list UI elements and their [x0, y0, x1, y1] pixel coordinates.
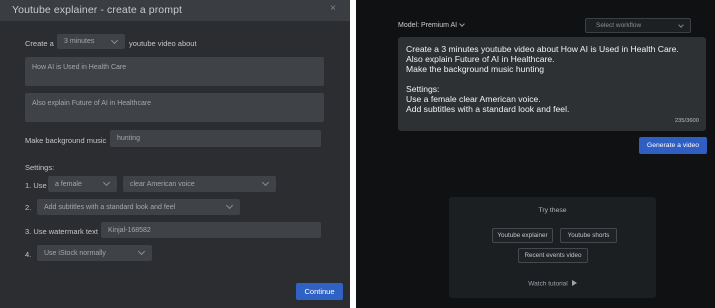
extra-value: Also explain Future of AI in Healthcare: [32, 100, 152, 107]
close-icon[interactable]: ×: [327, 3, 339, 15]
video-panel: Model: Premium AI Select workflow Create…: [356, 0, 715, 308]
modal-header: Youtube explainer - create a prompt ×: [0, 0, 350, 21]
setting1-label: 1. Use: [25, 181, 47, 190]
workflow-select[interactable]: Select workflow: [585, 18, 691, 33]
chevron-down-icon: [102, 178, 111, 187]
chevron-down-icon: [261, 178, 270, 187]
setting2-label: 2.: [25, 203, 32, 212]
char-count: 235/3600: [674, 118, 699, 124]
extra-textarea[interactable]: Also explain Future of AI in Healthcare: [25, 93, 324, 122]
prompt-line: Also explain Future of AI in Healthcare.: [406, 54, 555, 64]
prompt-line: Create a 3 minutes youtube video about H…: [406, 44, 679, 54]
chevron-down-icon: [137, 247, 146, 256]
istock-select[interactable]: Use iStock normally: [37, 245, 152, 261]
topic-value: How AI is Used in Health Care: [32, 64, 127, 71]
play-icon: [571, 280, 577, 286]
subtitles-select[interactable]: Add subtitles with a standard look and f…: [37, 199, 240, 215]
prompt-modal: Youtube explainer - create a prompt × Cr…: [0, 0, 350, 308]
continue-button[interactable]: Continue: [296, 283, 343, 300]
watch-tutorial-label: Watch tutorial: [528, 280, 568, 288]
modal-title: Youtube explainer - create a prompt: [12, 4, 183, 16]
workflow-placeholder: Select workflow: [596, 22, 642, 29]
music-label: Make background music: [25, 136, 107, 145]
chevron-down-icon[interactable]: [459, 21, 465, 27]
setting3-label: 3. Use watermark text: [25, 227, 98, 236]
settings-label: Settings:: [25, 163, 55, 172]
voice-type-select[interactable]: clear American voice: [123, 176, 276, 192]
generate-video-button[interactable]: Generate a video: [639, 137, 707, 154]
subtitles-value: Add subtitles with a standard look and f…: [44, 203, 176, 211]
chevron-down-icon: [110, 36, 119, 45]
watch-tutorial-link[interactable]: Watch tutorial: [449, 280, 656, 288]
try-these-card: Try these Youtube explainer Youtube shor…: [449, 197, 656, 298]
chevron-down-icon: [225, 201, 234, 210]
prompt-line: Add subtitles with a standard look and f…: [406, 104, 570, 114]
chip-youtube-explainer[interactable]: Youtube explainer: [492, 228, 553, 243]
chip-recent-events[interactable]: Recent events video: [518, 248, 588, 263]
watermark-value: Kinjal-168582: [108, 226, 151, 234]
watermark-input[interactable]: Kinjal-168582: [101, 222, 321, 238]
setting4-label: 4.: [25, 250, 32, 259]
chip-youtube-shorts[interactable]: Youtube shorts: [560, 228, 617, 243]
prompt-textarea[interactable]: Create a 3 minutes youtube video about H…: [398, 37, 706, 131]
model-selector[interactable]: Model: Premium AI: [398, 22, 457, 29]
create-prefix-label: Create a: [25, 39, 54, 48]
topic-textarea[interactable]: How AI is Used in Health Care: [25, 57, 324, 86]
prompt-line: Settings:: [406, 84, 440, 94]
try-these-title: Try these: [538, 207, 567, 214]
music-value: hunting: [117, 135, 140, 142]
prompt-line: Use a female clear American voice.: [406, 94, 541, 104]
voice-gender-select[interactable]: a female: [48, 176, 117, 192]
music-input[interactable]: hunting: [110, 130, 321, 147]
chevron-down-icon: [678, 22, 684, 28]
prompt-line: Make the background music hunting: [406, 64, 545, 74]
duration-value: 3 minutes: [64, 38, 95, 45]
create-suffix-label: youtube video about: [129, 39, 197, 48]
duration-select[interactable]: 3 minutes: [57, 34, 125, 49]
voice-type-value: clear American voice: [130, 180, 195, 188]
voice-gender-value: a female: [55, 180, 82, 188]
istock-value: Use iStock normally: [44, 249, 106, 257]
